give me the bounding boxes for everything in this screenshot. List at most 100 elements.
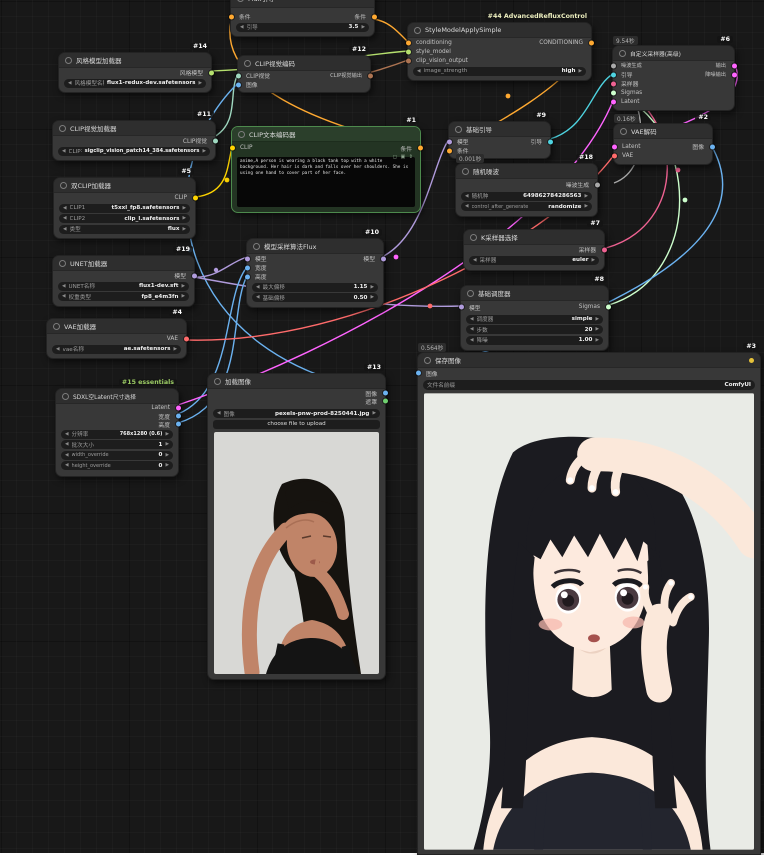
collapse-icon[interactable] xyxy=(244,59,251,67)
output-port-conditioning[interactable] xyxy=(588,40,594,45)
node-basic-scheduler[interactable]: #8 基础调度器 模型 Sigmas ◀ 调度器 simple ▶ ◀ 步数 2… xyxy=(458,276,611,351)
widget-vae-name[interactable]: ◀ vae名称 ae.safetensors ▶ xyxy=(52,344,181,354)
widget-steps[interactable]: ◀ 步数 20 ▶ xyxy=(466,325,603,334)
node-header[interactable]: 基础引导 xyxy=(449,122,550,137)
widget-filename-prefix[interactable]: 文件名前缀 ComfyUI xyxy=(423,379,755,390)
collapse-icon[interactable] xyxy=(470,233,477,241)
widget-clip1[interactable]: ◀ CLIP1 t5xxl_fp8.safetensors ▶ xyxy=(59,203,190,213)
input-port-model[interactable] xyxy=(446,139,452,144)
node-header[interactable]: Flux引导 xyxy=(231,0,374,8)
node-header[interactable]: 自定义采样器(高级) xyxy=(613,46,734,61)
prev-arrow[interactable]: ◀ xyxy=(63,206,67,211)
input-port-latent[interactable] xyxy=(611,144,617,149)
node-sampler-custom-advanced[interactable]: 9.54秒 #6 自定义采样器(高级) 噪波生成 输出 引导 降噪输出 采样器 … xyxy=(610,36,737,111)
next-arrow[interactable]: ▶ xyxy=(372,411,376,416)
widget-scheduler[interactable]: ◀ 调度器 simple ▶ xyxy=(466,314,603,324)
prev-arrow[interactable]: ◀ xyxy=(62,294,66,299)
increment-arrow[interactable]: ▶ xyxy=(361,25,365,30)
output-port-latent[interactable] xyxy=(175,405,181,411)
decrement-arrow[interactable]: ◀ xyxy=(470,338,474,343)
widget-weight-dtype[interactable]: ◀ 权重类型 fp8_e4m3fn ▶ xyxy=(58,292,189,301)
prompt-tool-icons[interactable]: ◻ ▣ ⇕ xyxy=(393,154,414,160)
node-style-model-apply-simple[interactable]: #44 AdvancedRefluxControl StyleModelAppl… xyxy=(405,13,594,81)
collapse-icon[interactable] xyxy=(60,181,67,189)
next-arrow[interactable]: ▶ xyxy=(182,227,186,232)
node-header[interactable]: 模型采样算法Flux xyxy=(247,239,383,254)
input-port-clip-vision[interactable] xyxy=(235,73,241,78)
input-port-noise[interactable] xyxy=(610,63,616,68)
prev-arrow[interactable]: ◀ xyxy=(470,317,474,322)
node-clip-vision-loader[interactable]: #11 CLIP视觉加载器 CLIP视觉 ◀ CLIP名称 sigclip_vi… xyxy=(52,111,218,161)
node-style-model-loader[interactable]: #14 风格模型加载器 风格模型 ◀ 风格模型名称 flux1-redux-de… xyxy=(58,43,214,93)
node-clip-text-encoder[interactable]: #1 CLIP文本编码器 CLIP 条件 ◻ ▣ ⇕ anime,A perso… xyxy=(229,117,423,213)
input-port-conditioning[interactable] xyxy=(446,148,452,153)
collapse-icon[interactable] xyxy=(237,0,244,2)
prev-arrow[interactable]: ◀ xyxy=(62,149,66,154)
next-arrow[interactable]: ▶ xyxy=(182,216,186,221)
decrement-arrow[interactable]: ◀ xyxy=(240,25,244,30)
next-arrow[interactable]: ▶ xyxy=(182,206,186,211)
input-port-image[interactable] xyxy=(415,370,421,376)
widget-clip2[interactable]: ◀ CLIP2 clip_l.safetensors ▶ xyxy=(59,214,190,223)
collapse-icon[interactable] xyxy=(62,392,69,400)
input-port-image[interactable] xyxy=(235,82,241,87)
prompt-textarea[interactable]: anime,A person is wearing a black tank t… xyxy=(237,157,415,207)
prev-arrow[interactable]: ◀ xyxy=(63,216,67,221)
output-port-vae[interactable] xyxy=(183,336,189,341)
collapse-icon[interactable] xyxy=(619,49,626,57)
node-flux-guidance[interactable]: Flux引导 条件 条件 ◀ 引导 3.5 ▶ xyxy=(228,0,377,37)
collapse-icon[interactable] xyxy=(424,356,431,364)
node-model-sampling-flux[interactable]: #10 模型采样算法Flux 模型 模型 宽度 高度 ◀ 最大偏移 1.15 ▶… xyxy=(244,229,386,308)
widget-control-after-generate[interactable]: ◀ control_after_generate randomize ▶ xyxy=(461,202,592,211)
output-port-conditioning[interactable] xyxy=(417,145,423,151)
node-unet-loader[interactable]: #19 UNET加载器 模型 ◀ UNET名称 flux1-dev.sft ▶ … xyxy=(52,246,197,307)
increment-arrow[interactable]: ▶ xyxy=(595,327,599,332)
next-arrow[interactable]: ▶ xyxy=(181,284,185,289)
next-arrow[interactable]: ▶ xyxy=(165,442,169,447)
widget-base-shift[interactable]: ◀ 基础偏移 0.50 ▶ xyxy=(252,293,378,302)
collapse-icon[interactable] xyxy=(238,130,245,138)
node-vae-loader[interactable]: #4 VAE加载器 VAE ◀ vae名称 ae.safetensors ▶ xyxy=(46,309,189,359)
input-port-clip-vision-output[interactable] xyxy=(405,58,411,63)
output-port-model[interactable] xyxy=(191,273,197,278)
collapse-icon[interactable] xyxy=(467,289,474,297)
prev-arrow[interactable]: ◀ xyxy=(56,347,60,352)
input-port-conditioning[interactable] xyxy=(228,14,234,19)
next-arrow[interactable]: ▶ xyxy=(173,347,177,352)
node-header[interactable]: CLIP文本编码器 xyxy=(232,127,420,142)
input-port-clip[interactable] xyxy=(229,145,235,151)
decrement-arrow[interactable]: ◀ xyxy=(256,285,260,290)
node-clip-vision-encode[interactable]: #12 CLIP视觉编码 CLIP视觉 CLIP视觉输出 图像 xyxy=(235,46,373,93)
collapse-icon[interactable] xyxy=(65,56,72,64)
node-vae-decode[interactable]: 0.16秒 #2 VAE解码 Latent 图像 VAE xyxy=(611,114,715,165)
prev-arrow[interactable]: ◀ xyxy=(65,442,69,447)
decrement-arrow[interactable]: ◀ xyxy=(470,327,474,332)
next-arrow[interactable]: ▶ xyxy=(595,317,599,322)
node-header[interactable]: K采样器选择 xyxy=(464,230,604,245)
collapse-icon[interactable] xyxy=(59,259,66,267)
node-sdxl-empty-latent-size[interactable]: #15 essentials SDXL空Latent尺寸选择 Latent 宽度… xyxy=(55,379,181,477)
collapse-icon[interactable] xyxy=(455,125,462,133)
output-port-image[interactable] xyxy=(709,144,715,149)
next-arrow[interactable]: ▶ xyxy=(165,453,169,458)
next-arrow[interactable]: ▶ xyxy=(578,69,582,74)
node-header[interactable]: 基础调度器 xyxy=(461,286,608,301)
output-port-guider[interactable] xyxy=(547,139,553,144)
next-arrow[interactable]: ▶ xyxy=(591,258,595,263)
output-port-model[interactable] xyxy=(380,256,386,261)
input-port-sigmas[interactable] xyxy=(610,90,616,95)
widget-width-override[interactable]: ◀ width_override 0 ▶ xyxy=(61,450,173,460)
output-port-noise[interactable] xyxy=(594,182,600,187)
node-random-noise[interactable]: 0.001秒 #18 随机噪波 噪波生成 ◀ 随机种 6498627842865… xyxy=(455,154,600,217)
next-arrow[interactable]: ▶ xyxy=(202,149,206,154)
input-port-vae[interactable] xyxy=(611,153,617,158)
collapse-icon[interactable] xyxy=(253,242,260,250)
node-dual-clip-loader[interactable]: #5 双CLIP加载器 CLIP ◀ CLIP1 t5xxl_fp8.safet… xyxy=(53,168,198,239)
input-port-sampler[interactable] xyxy=(610,81,616,86)
prev-arrow[interactable]: ◀ xyxy=(65,432,69,437)
output-port-image[interactable] xyxy=(382,390,388,396)
node-header[interactable]: CLIP视觉编码 xyxy=(238,56,370,71)
increment-arrow[interactable]: ▶ xyxy=(595,338,599,343)
prev-arrow[interactable]: ◀ xyxy=(465,194,469,199)
output-port-style-model[interactable] xyxy=(208,70,214,75)
